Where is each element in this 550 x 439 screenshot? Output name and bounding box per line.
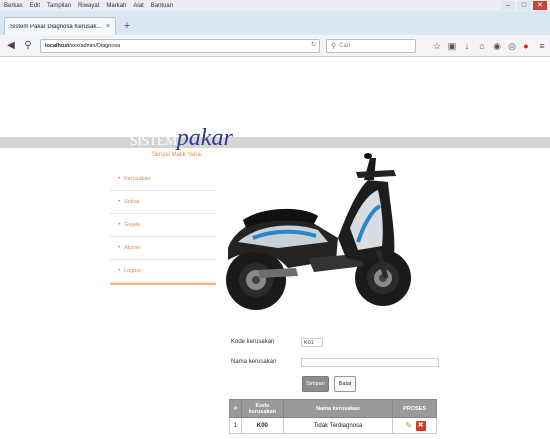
cell-kode: K00	[240, 417, 284, 434]
sidebar-item-kerusakan[interactable]: • Kerusakan	[110, 168, 216, 191]
menu-bantuan[interactable]: Bantuan	[151, 3, 173, 9]
brand-sistem: SISTEM	[130, 134, 177, 149]
navigation-bar: ◀ ⚲ localhost/xxx/admin/Diagnosa ↻ ⚲ Car…	[0, 35, 550, 57]
menu-berkas[interactable]: Berkas	[4, 3, 23, 9]
menu-riwayat[interactable]: Riwayat	[78, 3, 99, 9]
bullet-icon: •	[118, 222, 121, 228]
kode-input[interactable]: K01	[301, 337, 323, 347]
menu-markah[interactable]: Markah	[106, 3, 126, 9]
col-nama: Nama kerusakan	[282, 399, 394, 418]
cancel-button[interactable]: Batal	[334, 376, 356, 392]
tab-strip: Sistem Pakar Diagnosa Kerusak... × +	[0, 11, 550, 35]
new-tab-icon[interactable]: +	[121, 20, 133, 32]
nama-label: Nama kerusakan	[231, 359, 277, 365]
search-placeholder: Cari	[339, 43, 351, 49]
pocket-icon[interactable]: ◉	[492, 40, 502, 52]
url-host: localhost	[45, 43, 70, 49]
reload-icon[interactable]: ↻	[311, 41, 316, 48]
delete-icon[interactable]: ✖	[415, 420, 426, 431]
sidebar-item-label: Logout	[124, 268, 141, 274]
kode-label: Kode kerusakan	[231, 339, 275, 345]
search-icon: ⚲	[331, 43, 337, 50]
sidebar-item-gejala[interactable]: • Gejala	[110, 214, 216, 237]
bullet-icon: •	[118, 199, 121, 205]
close-window-icon[interactable]: ✕	[533, 1, 547, 10]
menu-alat[interactable]: Alat	[133, 3, 143, 9]
menu-tampilan[interactable]: Tampilan	[47, 3, 71, 9]
url-path: /xxx/admin/Diagnosa	[69, 43, 121, 49]
window-controls: – □ ✕	[501, 1, 547, 10]
sidebar-menu: • Kerusakan • Solusi • Gejala • Aturan • Logo…	[110, 168, 216, 285]
nama-input[interactable]	[301, 357, 439, 367]
url-text: localhost/xxx/admin/Diagnosa	[45, 43, 120, 49]
tab-close-icon[interactable]: ×	[106, 23, 110, 30]
header-band	[0, 137, 550, 148]
tab-title: Sistem Pakar Diagnosa Kerusak...	[10, 23, 102, 30]
browser-tab[interactable]: Sistem Pakar Diagnosa Kerusak... ×	[4, 17, 116, 35]
col-number: #	[229, 399, 242, 418]
tools-wrench-icon[interactable]: ⚲	[20, 38, 36, 54]
hamburger-menu-icon[interactable]: ≡	[537, 40, 547, 52]
maximize-icon[interactable]: □	[517, 1, 531, 10]
brand-pakar: pakar	[176, 125, 233, 151]
addon-icon[interactable]: ●	[521, 40, 531, 52]
home-icon[interactable]: ⌂	[477, 40, 487, 52]
bookmarks-list-icon[interactable]: ▣	[447, 40, 457, 52]
address-bar[interactable]: localhost/xxx/admin/Diagnosa ↻	[40, 39, 320, 53]
sidebar-item-logout[interactable]: • Logout	[110, 260, 216, 283]
nama-row: Nama kerusakan	[231, 356, 439, 368]
kerusakan-table: # Kode kerusakan Nama kerusakan PROSES 1…	[229, 399, 437, 434]
download-icon[interactable]: ↓	[462, 40, 472, 52]
sidebar-item-label: Gejala	[124, 222, 141, 228]
bullet-icon: •	[118, 176, 121, 182]
sidebar-item-label: Kerusakan	[124, 176, 151, 182]
search-bar[interactable]: ⚲ Cari	[326, 39, 416, 53]
col-kode: Kode kerusakan	[240, 399, 284, 418]
sidebar-item-aturan[interactable]: • Aturan	[110, 237, 216, 260]
sidebar-item-label: Aturan	[124, 245, 141, 251]
col-proses: PROSES	[392, 399, 437, 418]
edit-icon[interactable]: ✎	[404, 421, 414, 431]
table-row: 1 K00 Tidak Terdiagnosa ✎ ✖	[229, 417, 437, 434]
sidebar-item-solusi[interactable]: • Solusi	[110, 191, 216, 214]
save-button[interactable]: Simpan	[302, 376, 329, 392]
bookmark-star-icon[interactable]: ☆	[432, 40, 442, 52]
sidebar-item-label: Solusi	[124, 199, 140, 205]
cell-nama: Tidak Terdiagnosa	[282, 417, 394, 434]
cell-number: 1	[229, 417, 242, 434]
sync-icon[interactable]: ◎	[507, 40, 517, 52]
site-logo: SISTEMpakar	[130, 125, 233, 152]
site-tagline: Skripsi Malik Yana	[152, 152, 201, 158]
sidebar-divider	[110, 283, 216, 285]
back-icon[interactable]: ◀	[3, 38, 19, 54]
minimize-icon[interactable]: –	[501, 1, 515, 10]
bullet-icon: •	[118, 268, 121, 274]
scooter-image	[226, 153, 411, 310]
bullet-icon: •	[118, 245, 121, 251]
cell-proses: ✎ ✖	[392, 417, 437, 434]
menu-edit[interactable]: Edit	[30, 3, 40, 9]
table-header-row: # Kode kerusakan Nama kerusakan PROSES	[229, 399, 437, 418]
kode-row: Kode kerusakan K01	[231, 336, 323, 348]
browser-menubar: Berkas Edit Tampilan Riwayat Markah Alat…	[0, 0, 550, 11]
